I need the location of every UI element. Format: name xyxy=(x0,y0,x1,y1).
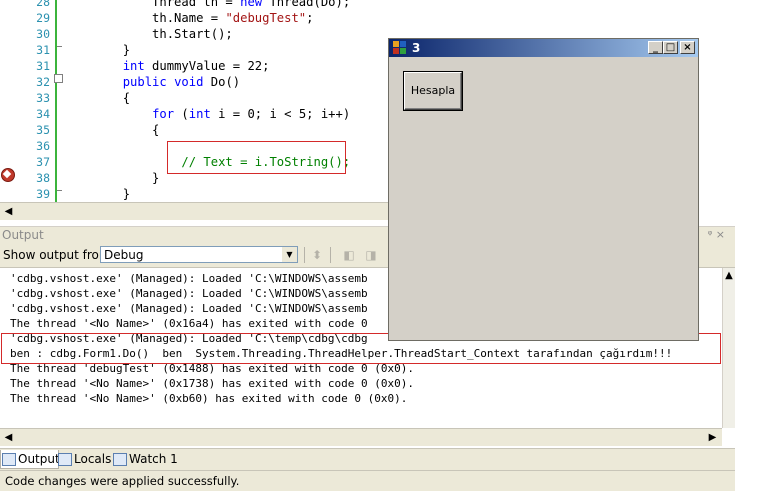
code-token: } xyxy=(64,187,131,201)
code-token: int xyxy=(188,107,211,121)
background-strip xyxy=(735,202,762,491)
scroll-up-icon[interactable]: ▲ xyxy=(723,268,735,283)
next-message-icon[interactable]: ◨ xyxy=(362,247,380,263)
code-token: th.Name = xyxy=(64,11,226,25)
chevron-down-icon[interactable]: ▼ xyxy=(282,247,297,262)
code-token: ; xyxy=(306,11,314,25)
line-number: 36 xyxy=(36,139,50,153)
code-token: ( xyxy=(174,107,189,121)
code-text: } xyxy=(64,42,130,58)
tab-label: Watch 1 xyxy=(129,452,178,466)
scroll-left-icon[interactable]: ◀ xyxy=(1,204,16,219)
output-vertical-scrollbar[interactable]: ▲ xyxy=(722,268,736,428)
code-text: int dummyValue = 22; xyxy=(64,58,270,74)
code-editor[interactable]: 28 Thread th = new Thread(Do); 29 th.Name… xyxy=(0,0,390,202)
code-token: for xyxy=(152,107,175,121)
form-title: 3 xyxy=(412,41,421,55)
code-token: new xyxy=(240,0,263,9)
code-token: int xyxy=(122,59,145,73)
hesapla-button[interactable]: Hesapla xyxy=(403,71,463,111)
code-highlight-box xyxy=(167,141,346,174)
tab-watch-1[interactable]: Watch 1 xyxy=(112,450,179,468)
output-source-select[interactable]: Debug ▼ xyxy=(100,246,298,263)
line-number: 39 xyxy=(36,187,50,201)
code-text: for (int i = 0; i < 5; i++) xyxy=(64,106,350,122)
form-titlebar[interactable]: 3 _ □ × xyxy=(389,39,698,57)
code-text: { xyxy=(64,122,159,138)
code-text: public void Do() xyxy=(64,74,240,90)
tool-window-tabs: Output Locals Watch 1 xyxy=(0,448,735,470)
code-token: "debugTest" xyxy=(225,11,307,25)
scroll-left-icon[interactable]: ◀ xyxy=(1,430,16,445)
toolbar-separator xyxy=(304,247,305,263)
fold-end-marker xyxy=(57,190,62,191)
code-text: Thread th = new Thread(Do); xyxy=(64,0,350,10)
tab-label: Output xyxy=(18,452,60,466)
find-source-icon[interactable]: ⬍ xyxy=(308,247,326,263)
maximize-button[interactable]: □ xyxy=(663,41,678,54)
code-token: void xyxy=(174,75,204,89)
line-number: 29 xyxy=(36,11,50,25)
app-icon xyxy=(393,41,407,55)
close-button[interactable]: × xyxy=(680,41,695,54)
line-number: 38 xyxy=(36,171,50,185)
pin-close-icons[interactable]: ᵠ × xyxy=(708,227,725,243)
code-text: th.Start(); xyxy=(64,26,233,42)
locals-window-icon xyxy=(58,453,72,466)
code-token: { xyxy=(64,123,160,137)
line-number: 30 xyxy=(36,27,50,41)
output-source-value: Debug xyxy=(104,248,144,262)
code-token: public xyxy=(122,75,167,89)
tab-locals[interactable]: Locals xyxy=(57,450,114,468)
code-token: i = 0; i < 5; i++) xyxy=(210,107,351,121)
line-number: 35 xyxy=(36,123,50,137)
status-bar: Code changes were applied successfully. xyxy=(0,470,735,491)
tab-label: Locals xyxy=(74,452,112,466)
code-token: } xyxy=(64,171,160,185)
code-token: { xyxy=(64,91,131,105)
editor-horizontal-scrollbar[interactable]: ◀ xyxy=(0,202,390,220)
show-output-from-label: Show output from: xyxy=(3,248,115,262)
code-token: Thread(Do); xyxy=(262,0,351,9)
form-window[interactable]: 3 _ □ × Hesapla xyxy=(388,38,699,341)
change-tracking-bar xyxy=(55,0,57,202)
output-title-label: Output xyxy=(2,228,44,242)
code-token: Thread th = xyxy=(64,0,241,9)
line-number: 37 xyxy=(36,155,50,169)
code-token: } xyxy=(64,43,131,57)
fold-toggle-icon[interactable] xyxy=(54,74,63,83)
line-number: 31 xyxy=(36,59,50,73)
line-number: 32 xyxy=(36,75,50,89)
tab-output[interactable]: Output xyxy=(0,450,60,469)
watch-window-icon xyxy=(113,453,127,466)
previous-message-icon[interactable]: ◧ xyxy=(340,247,358,263)
line-number: 34 xyxy=(36,107,50,121)
output-line: The thread '<No Name>' (0x1738) has exit… xyxy=(10,377,414,390)
line-number: 28 xyxy=(36,0,50,9)
minimize-button[interactable]: _ xyxy=(648,41,663,54)
output-horizontal-scrollbar[interactable]: ◀ ▶ xyxy=(0,428,722,446)
toolbar-separator xyxy=(330,247,331,263)
code-token: Do() xyxy=(203,75,241,89)
fold-end-marker xyxy=(57,46,62,47)
output-window-icon xyxy=(2,453,16,466)
output-line: The thread '<No Name>' (0x16a4) has exit… xyxy=(10,317,368,330)
code-text: th.Name = "debugTest"; xyxy=(64,10,314,26)
code-token: dummyValue = 22; xyxy=(144,59,270,73)
code-token: th.Start(); xyxy=(64,27,233,41)
line-number: 31 xyxy=(36,43,50,57)
output-line: The thread '<No Name>' (0xb60) has exite… xyxy=(10,392,408,405)
line-number: 33 xyxy=(36,91,50,105)
code-text: } xyxy=(64,186,130,202)
code-text: } xyxy=(64,170,159,186)
scroll-right-icon[interactable]: ▶ xyxy=(705,430,720,445)
code-text: { xyxy=(64,90,130,106)
